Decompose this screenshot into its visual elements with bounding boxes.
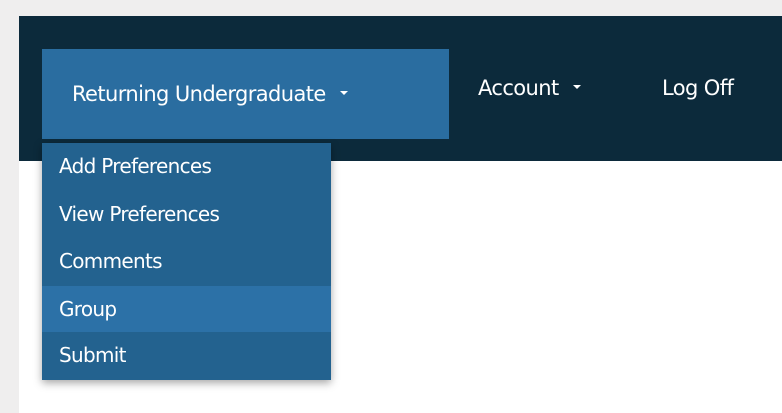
nav-account[interactable]: Account [478, 65, 581, 111]
menu-item-label: Add Preferences [59, 154, 212, 178]
menu-item-label: Comments [59, 249, 163, 273]
menu-item-comments[interactable]: Comments [42, 238, 331, 284]
page-content: Returning Undergraduate Account Log Off … [19, 16, 782, 413]
returning-undergraduate-dropdown-menu: Add Preferences View Preferences Comment… [42, 143, 331, 380]
menu-item-group[interactable]: Group [42, 286, 331, 332]
menu-item-label: Group [59, 297, 117, 321]
menu-item-add-preferences[interactable]: Add Preferences [42, 143, 331, 189]
nav-returning-undergraduate-label: Returning Undergraduate [72, 82, 326, 106]
nav-log-off[interactable]: Log Off [662, 65, 734, 111]
menu-item-label: View Preferences [59, 202, 220, 226]
nav-account-label: Account [478, 76, 559, 100]
caret-down-icon [572, 85, 581, 89]
nav-log-off-label: Log Off [662, 76, 734, 100]
caret-down-icon [339, 91, 348, 95]
menu-item-view-preferences[interactable]: View Preferences [42, 191, 331, 237]
menu-item-submit[interactable]: Submit [42, 332, 331, 378]
top-navbar: Returning Undergraduate Account Log Off [19, 16, 782, 161]
menu-item-label: Submit [59, 343, 126, 367]
nav-returning-undergraduate[interactable]: Returning Undergraduate [42, 49, 449, 139]
